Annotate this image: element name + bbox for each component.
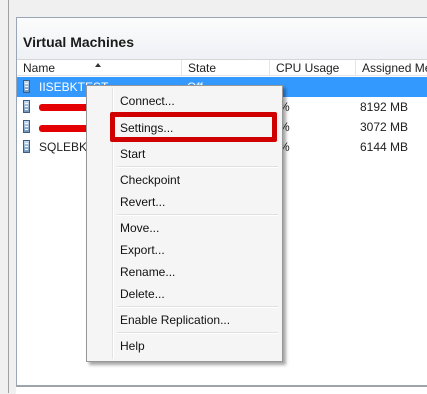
column-header-cpu-usage[interactable]: CPU Usage xyxy=(270,60,356,76)
menu-separator xyxy=(117,306,278,308)
menu-item-move[interactable]: Move... xyxy=(89,217,280,239)
vm-assigned-memory: 6144 MB xyxy=(360,140,409,154)
menu-item-label: Export... xyxy=(120,243,165,257)
menu-item-delete[interactable]: Delete... xyxy=(89,283,280,305)
menu-separator xyxy=(117,332,278,334)
virtual-machine-icon xyxy=(23,120,30,133)
panel-title: Virtual Machines xyxy=(23,34,135,50)
panel-header: Virtual Machines xyxy=(17,18,427,59)
column-header-cpu-label: CPU Usage xyxy=(276,61,340,75)
vm-assigned-memory: 8192 MB xyxy=(360,100,409,114)
menu-item-label: Start xyxy=(120,147,146,161)
menu-separator xyxy=(117,214,278,216)
column-header-assigned-memory[interactable]: Assigned Me xyxy=(356,60,427,76)
column-header-memory-label: Assigned Me xyxy=(362,61,427,75)
menu-item-enable-replication[interactable]: Enable Replication... xyxy=(89,309,280,331)
column-header-name[interactable]: Name xyxy=(17,60,182,76)
column-header-state-label: State xyxy=(188,61,217,75)
virtual-machine-icon xyxy=(23,140,30,153)
menu-item-export[interactable]: Export... xyxy=(89,239,280,261)
menu-item-label: Revert... xyxy=(120,195,166,209)
menu-item-label: Connect... xyxy=(120,94,175,108)
menu-item-rename[interactable]: Rename... xyxy=(89,261,280,283)
column-header-state[interactable]: State xyxy=(182,60,270,76)
menu-item-label: Rename... xyxy=(120,265,176,279)
virtual-machine-icon xyxy=(23,80,30,93)
menu-separator xyxy=(117,166,278,168)
virtual-machine-icon xyxy=(23,100,30,113)
settings-highlight-box xyxy=(110,112,277,142)
menu-item-label: Delete... xyxy=(120,287,165,301)
redaction-mark xyxy=(39,104,89,111)
redaction-mark xyxy=(39,125,89,132)
menu-item-label: Checkpoint xyxy=(120,173,181,187)
menu-item-help[interactable]: Help xyxy=(89,335,280,357)
column-header-name-label: Name xyxy=(23,61,56,75)
sort-ascending-icon xyxy=(95,63,101,67)
vm-assigned-memory: 3072 MB xyxy=(360,120,409,134)
menu-item-revert[interactable]: Revert... xyxy=(89,191,280,213)
menu-item-checkpoint[interactable]: Checkpoint xyxy=(89,169,280,191)
menu-item-label: Move... xyxy=(120,221,160,235)
menu-item-start[interactable]: Start xyxy=(89,143,280,165)
menu-item-label: Help xyxy=(120,339,145,353)
column-header-row: Name State CPU Usage Assigned Me xyxy=(17,59,427,76)
menu-item-label: Enable Replication... xyxy=(120,313,231,327)
menu-item-connect[interactable]: Connect... xyxy=(89,90,280,112)
